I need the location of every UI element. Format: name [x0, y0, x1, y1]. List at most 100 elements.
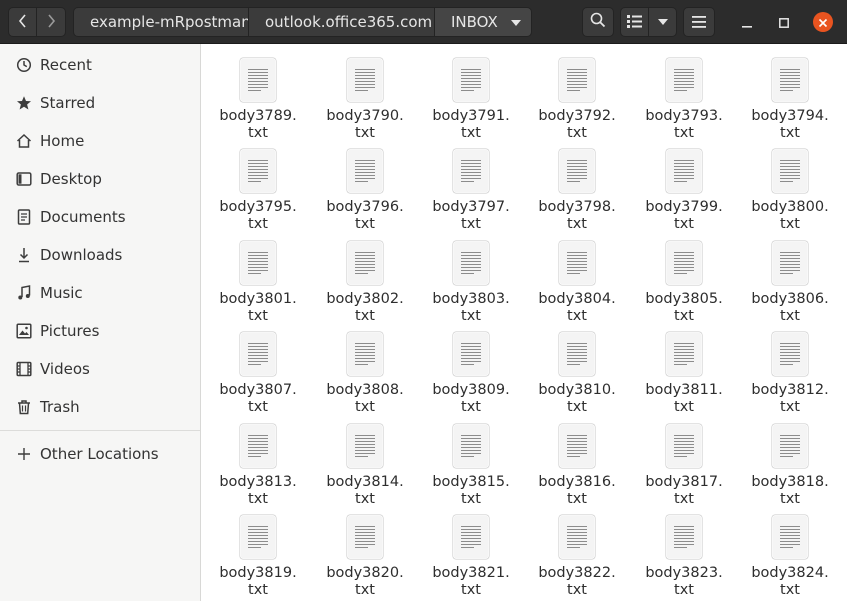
- text-document-icon: [452, 410, 490, 473]
- file-item[interactable]: body3802. txt: [317, 227, 413, 324]
- text-document-icon: [558, 227, 596, 290]
- sidebar-item-pictures[interactable]: Pictures: [0, 312, 200, 350]
- file-name-line: body3801.: [219, 291, 297, 307]
- file-item[interactable]: body3823. txt: [636, 501, 732, 598]
- file-name-line: txt: [461, 582, 481, 598]
- file-item[interactable]: body3803. txt: [423, 227, 519, 324]
- file-item[interactable]: body3791. txt: [423, 44, 519, 141]
- file-item[interactable]: body3801. txt: [210, 227, 306, 324]
- file-name-line: body3812.: [751, 382, 829, 398]
- search-button[interactable]: [582, 7, 614, 37]
- text-document-icon: [665, 318, 703, 381]
- text-document-icon: [346, 44, 384, 107]
- text-document-icon: [239, 410, 277, 473]
- file-item[interactable]: body3805. txt: [636, 227, 732, 324]
- text-document-icon: [452, 227, 490, 290]
- list-view-button[interactable]: [620, 7, 649, 37]
- file-item[interactable]: body3820. txt: [317, 501, 413, 598]
- download-icon: [15, 246, 33, 264]
- back-button[interactable]: [8, 7, 37, 37]
- forward-button[interactable]: [36, 7, 66, 37]
- sidebar-item-label: Music: [40, 284, 83, 302]
- file-item[interactable]: body3822. txt: [529, 501, 625, 598]
- file-item[interactable]: body3810. txt: [529, 318, 625, 415]
- file-item[interactable]: body3807. txt: [210, 318, 306, 415]
- chevron-right-icon: [46, 13, 56, 32]
- text-document-icon: [771, 135, 809, 198]
- sidebar-item-label: Trash: [40, 398, 80, 416]
- sidebar-item-videos[interactable]: Videos: [0, 350, 200, 388]
- file-name-line: body3810.: [538, 382, 616, 398]
- file-item[interactable]: body3811. txt: [636, 318, 732, 415]
- chevron-down-icon: [511, 20, 521, 26]
- file-name: body3819. txt: [210, 565, 306, 599]
- text-document-icon: [558, 318, 596, 381]
- sidebar-item-home[interactable]: Home: [0, 122, 200, 160]
- sidebar-item-label: Home: [40, 132, 85, 150]
- file-item[interactable]: body3821. txt: [423, 501, 519, 598]
- file-item[interactable]: body3806. txt: [742, 227, 838, 324]
- breadcrumb-current[interactable]: INBOX: [434, 7, 532, 37]
- sidebar-item-label: Documents: [40, 208, 126, 226]
- file-item[interactable]: body3824. txt: [742, 501, 838, 598]
- sidebar-item-music[interactable]: Music: [0, 274, 200, 312]
- file-item[interactable]: body3798. txt: [529, 135, 625, 232]
- sidebar-item-desktop[interactable]: Desktop: [0, 160, 200, 198]
- file-item[interactable]: body3790. txt: [317, 44, 413, 141]
- minimize-button[interactable]: [737, 12, 757, 32]
- text-document-icon: [346, 501, 384, 564]
- file-name-line: txt: [355, 582, 375, 598]
- sidebar-item-documents[interactable]: Documents: [0, 198, 200, 236]
- file-item[interactable]: body3819. txt: [210, 501, 306, 598]
- file-item[interactable]: body3800. txt: [742, 135, 838, 232]
- sidebar-item-trash[interactable]: Trash: [0, 388, 200, 426]
- file-item[interactable]: body3797. txt: [423, 135, 519, 232]
- file-item[interactable]: body3793. txt: [636, 44, 732, 141]
- file-item[interactable]: body3792. txt: [529, 44, 625, 141]
- file-item[interactable]: body3804. txt: [529, 227, 625, 324]
- file-item[interactable]: body3814. txt: [317, 410, 413, 507]
- file-item[interactable]: body3816. txt: [529, 410, 625, 507]
- text-document-icon: [346, 227, 384, 290]
- file-item[interactable]: body3808. txt: [317, 318, 413, 415]
- file-name-line: txt: [674, 582, 694, 598]
- file-name-line: body3804.: [538, 291, 616, 307]
- file-item[interactable]: body3818. txt: [742, 410, 838, 507]
- file-name-line: body3820.: [326, 565, 404, 581]
- sidebar-separator: [0, 430, 200, 431]
- file-name-line: body3806.: [751, 291, 829, 307]
- breadcrumb-item[interactable]: outlook.office365.com: [248, 7, 435, 37]
- file-item[interactable]: body3796. txt: [317, 135, 413, 232]
- sidebar-item-recent[interactable]: Recent: [0, 46, 200, 84]
- close-button[interactable]: [813, 12, 833, 32]
- text-document-icon: [346, 318, 384, 381]
- file-item[interactable]: body3799. txt: [636, 135, 732, 232]
- file-name-line: body3824.: [751, 565, 829, 581]
- file-name-line: body3821.: [432, 565, 510, 581]
- text-document-icon: [665, 410, 703, 473]
- sidebar-item-other-locations[interactable]: Other Locations: [0, 435, 200, 473]
- file-item[interactable]: body3817. txt: [636, 410, 732, 507]
- maximize-button[interactable]: [774, 12, 794, 32]
- file-item[interactable]: body3794. txt: [742, 44, 838, 141]
- file-name-line: body3815.: [432, 474, 510, 490]
- file-item[interactable]: body3813. txt: [210, 410, 306, 507]
- music-icon: [15, 284, 33, 302]
- file-item[interactable]: body3789. txt: [210, 44, 306, 141]
- main-menu-button[interactable]: [683, 7, 715, 37]
- view-options-button[interactable]: [648, 7, 677, 37]
- file-item[interactable]: body3809. txt: [423, 318, 519, 415]
- file-item[interactable]: body3812. txt: [742, 318, 838, 415]
- sidebar-item-downloads[interactable]: Downloads: [0, 236, 200, 274]
- breadcrumb-item[interactable]: example-mRpostman: [73, 7, 251, 37]
- sidebar-item-label: Other Locations: [40, 445, 159, 463]
- file-item[interactable]: body3795. txt: [210, 135, 306, 232]
- file-item[interactable]: body3815. txt: [423, 410, 519, 507]
- sidebar-item-label: Downloads: [40, 246, 123, 264]
- sidebar-item-starred[interactable]: Starred: [0, 84, 200, 122]
- videos-icon: [15, 360, 33, 378]
- star-icon: [15, 94, 33, 112]
- desktop-icon: [15, 170, 33, 188]
- text-document-icon: [558, 501, 596, 564]
- text-document-icon: [771, 318, 809, 381]
